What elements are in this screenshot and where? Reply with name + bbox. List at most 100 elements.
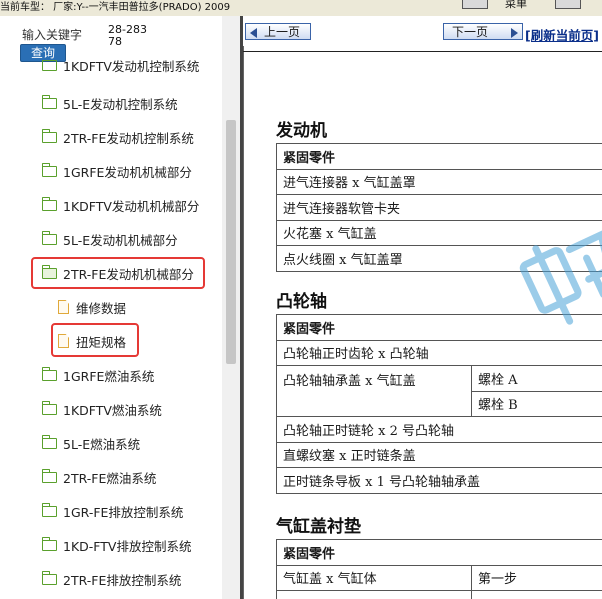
search-area: 输入关键字 28-28378 查询	[0, 16, 222, 62]
tree-item-label: 5L-E燃油系统	[63, 436, 141, 452]
document-frame: 上一页 下一页 [刷新当前页] 发动机 紧固零件 进气连接器 x 气缸盖罩 进气…	[243, 16, 602, 599]
folder-icon	[41, 468, 57, 483]
table-cell: 螺栓 A	[471, 365, 602, 392]
tree-item-label: 1KDFTV燃油系统	[63, 402, 162, 418]
folder-icon	[41, 536, 57, 551]
folder-open-icon	[41, 264, 57, 279]
tree-item-folder[interactable]: 1GR-FE排放控制系统	[41, 494, 202, 528]
table-cell: 进气连接器 x 气缸盖罩	[276, 168, 602, 195]
toolbar-icon[interactable]	[555, 0, 581, 9]
menu-label[interactable]: 菜单	[505, 0, 527, 10]
tree-item-label: 2TR-FE排放控制系统	[63, 572, 182, 588]
table-row: 气缸盖 x 气缸体 第一步	[276, 564, 602, 591]
table-row: 凸轮轴轴承盖 x 气缸盖 螺栓 A	[276, 365, 602, 417]
tree-scrollbar[interactable]	[222, 16, 240, 599]
tree-item-folder[interactable]: 1GRFE燃油系统	[41, 358, 202, 392]
table-cell: 凸轮轴正时链轮 x 2 号凸轮轴	[276, 416, 602, 443]
tree-item-folder[interactable]: 1KDFTV发动机机械部分	[41, 188, 202, 222]
tree-item-folder[interactable]: 5L-E燃油系统	[41, 426, 202, 460]
tree-item-label: 5L-E发动机机械部分	[63, 232, 178, 248]
document-icon	[58, 300, 69, 314]
tree-item-label: 1GR-FE排放控制系统	[63, 504, 184, 520]
next-page-label: 下一页	[452, 25, 489, 39]
folder-icon	[41, 502, 57, 517]
tree-item-partial[interactable]: 1KDFTV发动机控制系统	[41, 60, 200, 82]
spec-table: 紧固零件 气缸盖 x 气缸体 第一步	[276, 539, 602, 599]
tree-item-folder[interactable]: 1GRFE发动机机械部分	[41, 154, 202, 188]
table-row	[276, 590, 602, 599]
table-cell: 点火线圈 x 气缸盖罩	[276, 245, 602, 272]
table-row: 直螺纹塞 x 正时链条盖	[276, 441, 602, 468]
table-row: 进气连接器 x 气缸盖罩	[276, 168, 602, 195]
section-title: 发动机	[276, 121, 327, 141]
folder-icon	[41, 128, 57, 143]
table-cell: 火花塞 x 气缸盖	[276, 219, 602, 246]
search-label: 输入关键字	[22, 28, 83, 42]
left-panel: 输入关键字 28-28378 查询 1KDFTV发动机控制系统 5L-E发动机控…	[0, 16, 240, 599]
table-cell: 进气连接器软管卡夹	[276, 194, 602, 221]
table-cell: 气缸盖 x 气缸体	[276, 564, 472, 591]
document-top-rule	[243, 51, 602, 52]
folder-icon	[41, 400, 57, 415]
tree-item-label: 1GRFE发动机机械部分	[63, 164, 192, 180]
folder-icon	[41, 162, 57, 177]
category-tree: 1KDFTV发动机控制系统 5L-E发动机控制系统 2TR-FE发动机控制系统 …	[0, 60, 222, 599]
scrollbar-thumb[interactable]	[226, 120, 236, 364]
spec-table: 紧固零件 凸轮轴正时齿轮 x 凸轮轴 凸轮轴轴承盖 x 气缸盖 螺栓 A 螺栓 …	[276, 314, 602, 494]
table-header: 紧固零件	[276, 539, 602, 566]
tree-item-folder-open[interactable]: 2TR-FE发动机机械部分	[41, 256, 202, 290]
table-row: 进气连接器软管卡夹	[276, 194, 602, 221]
tree-item-label: 1KDFTV发动机控制系统	[63, 60, 200, 74]
tree-item-label: 维修数据	[76, 300, 127, 316]
spec-table: 紧固零件 进气连接器 x 气缸盖罩 进气连接器软管卡夹 火花塞 x 气缸盖 点火…	[276, 143, 602, 272]
folder-icon	[41, 230, 57, 245]
folder-icon	[41, 94, 57, 109]
tree-item-folder[interactable]: 5L-E发动机控制系统	[41, 86, 202, 120]
table-row: 正时链条导板 x 1 号凸轮轴轴承盖	[276, 467, 602, 494]
tree-item-label: 5L-E发动机控制系统	[63, 96, 178, 112]
page-navigation: 上一页 下一页 [刷新当前页]	[243, 16, 602, 46]
arrow-left-icon	[250, 28, 257, 38]
section-title: 气缸盖衬垫	[276, 517, 361, 537]
table-cell: 凸轮轴轴承盖 x 气缸盖	[276, 365, 472, 417]
tree-item-document[interactable]: 维修数据	[58, 290, 202, 324]
tree-item-folder[interactable]: 2TR-FE燃油系统	[41, 460, 202, 494]
folder-icon	[41, 434, 57, 449]
table-cell: 第一步	[471, 564, 602, 591]
arrow-right-icon	[511, 28, 518, 38]
document-icon	[58, 334, 69, 348]
tree-item-document-selected[interactable]: 扭矩规格	[58, 324, 202, 358]
toolbar-icon[interactable]	[462, 0, 488, 9]
tree-item-label: 1KDFTV发动机机械部分	[63, 198, 200, 214]
tree-item-folder[interactable]: 5L-E发动机机械部分	[41, 222, 202, 256]
prev-page-button[interactable]: 上一页	[245, 23, 311, 40]
tree-item-folder[interactable]: 2TR-FE发动机控制系统	[41, 120, 202, 154]
table-row: 火花塞 x 气缸盖	[276, 219, 602, 246]
current-vehicle-label: 当前车型： 厂家:Y--一汽丰田普拉多(PRADO) 2009	[0, 2, 231, 13]
document-left-border	[243, 46, 244, 599]
folder-icon	[41, 570, 57, 585]
search-input[interactable]: 28-28378	[108, 24, 152, 48]
tree-item-label: 1GRFE燃油系统	[63, 368, 155, 384]
folder-icon	[41, 366, 57, 381]
next-page-button[interactable]: 下一页	[443, 23, 523, 40]
tree-item-label: 扭矩规格	[76, 334, 127, 350]
prev-page-label: 上一页	[264, 25, 301, 39]
tree-item-folder[interactable]: 1KDFTV燃油系统	[41, 392, 202, 426]
tree-item-label: 2TR-FE发动机控制系统	[63, 130, 194, 146]
table-header: 紧固零件	[276, 143, 602, 170]
tree-item-label: 1KD-FTV排放控制系统	[63, 538, 192, 554]
table-header: 紧固零件	[276, 314, 602, 341]
tree-item-folder[interactable]: 1KD-FTV排放控制系统	[41, 528, 202, 562]
table-cell: 正时链条导板 x 1 号凸轮轴轴承盖	[276, 467, 602, 494]
folder-icon	[41, 60, 57, 71]
refresh-page-link[interactable]: [刷新当前页]	[525, 25, 599, 44]
folder-icon	[41, 196, 57, 211]
table-cell: 直螺纹塞 x 正时链条盖	[276, 441, 602, 468]
tree-item-folder[interactable]: 2TR-FE排放控制系统	[41, 562, 202, 596]
tree-item-label: 2TR-FE发动机机械部分	[63, 266, 194, 282]
table-row: 凸轮轴正时链轮 x 2 号凸轮轴	[276, 416, 602, 443]
table-cell: 凸轮轴正时齿轮 x 凸轮轴	[276, 339, 602, 366]
table-cell: 螺栓 B	[471, 390, 602, 417]
section-title: 凸轮轴	[276, 292, 327, 312]
